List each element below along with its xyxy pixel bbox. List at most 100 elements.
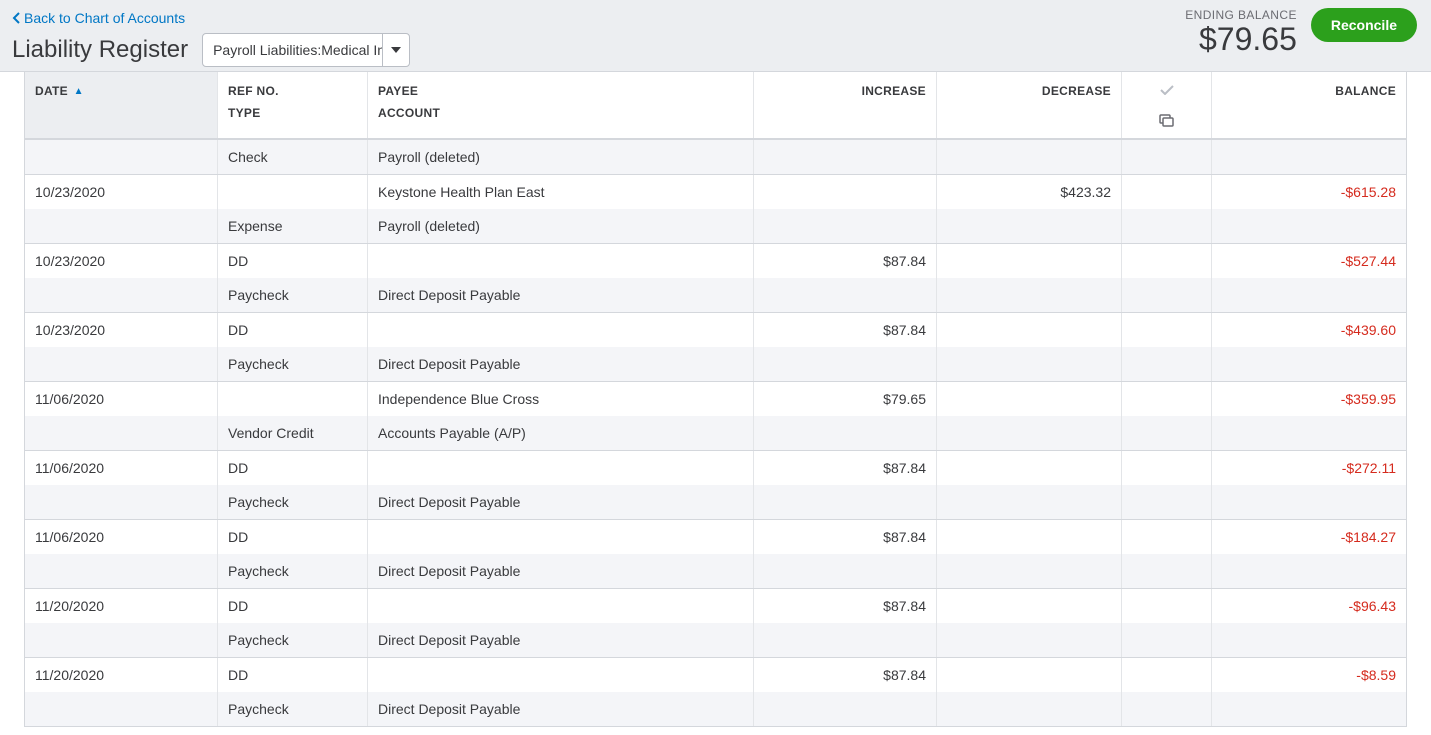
cell-balance: -$615.28 <box>1212 175 1406 209</box>
cell-account: Direct Deposit Payable <box>368 347 754 381</box>
cell-decrease: $423.32 <box>937 175 1122 209</box>
table-row[interactable]: 11/06/2020DD$87.84-$184.27PaycheckDirect… <box>25 520 1406 589</box>
cell-account: Direct Deposit Payable <box>368 692 754 726</box>
cell-reconciled-sub <box>1122 140 1212 174</box>
cell-decrease-sub <box>937 140 1122 174</box>
cell-type: Paycheck <box>218 692 368 726</box>
cell-date: 11/06/2020 <box>25 451 218 485</box>
column-header-date-label: DATE <box>35 84 68 98</box>
cell-date-sub <box>25 623 218 657</box>
column-header-increase-label: INCREASE <box>862 84 926 98</box>
checkmark-icon <box>1160 84 1174 98</box>
cell-balance-sub <box>1212 209 1406 243</box>
cell-reconciled <box>1122 589 1212 623</box>
cell-increase: $87.84 <box>754 451 937 485</box>
cell-decrease-sub <box>937 692 1122 726</box>
cell-reconciled <box>1122 658 1212 692</box>
chevron-left-icon <box>12 12 22 24</box>
cell-account: Accounts Payable (A/P) <box>368 416 754 450</box>
cell-date: 10/23/2020 <box>25 313 218 347</box>
cell-account: Payroll (deleted) <box>368 209 754 243</box>
cell-payee <box>368 244 754 278</box>
table-row[interactable]: 11/06/2020DD$87.84-$272.11PaycheckDirect… <box>25 451 1406 520</box>
cell-balance-sub <box>1212 278 1406 312</box>
cell-increase: $87.84 <box>754 658 937 692</box>
column-header-ref[interactable]: REF NO. TYPE <box>218 72 368 138</box>
cell-decrease-sub <box>937 347 1122 381</box>
reconcile-button[interactable]: Reconcile <box>1311 8 1417 42</box>
cell-account: Direct Deposit Payable <box>368 485 754 519</box>
cell-reconciled-sub <box>1122 278 1212 312</box>
cell-increase-sub <box>754 416 937 450</box>
table-row[interactable]: 11/20/2020DD$87.84-$8.59PaycheckDirect D… <box>25 658 1406 727</box>
cell-reconciled <box>1122 382 1212 416</box>
column-header-balance-label: BALANCE <box>1335 84 1396 98</box>
cell-date: 10/23/2020 <box>25 244 218 278</box>
column-header-reconciled[interactable] <box>1122 72 1212 138</box>
cell-decrease-sub <box>937 554 1122 588</box>
cell-increase-sub <box>754 278 937 312</box>
sort-asc-icon: ▲ <box>74 86 84 97</box>
cell-reconciled-sub <box>1122 623 1212 657</box>
cell-decrease <box>937 382 1122 416</box>
table-row[interactable]: 11/20/2020DD$87.84-$96.43PaycheckDirect … <box>25 589 1406 658</box>
cell-type: Paycheck <box>218 554 368 588</box>
cell-ref <box>218 175 368 209</box>
table-row[interactable]: 11/06/2020Independence Blue Cross$79.65-… <box>25 382 1406 451</box>
cell-decrease-sub <box>937 416 1122 450</box>
cell-date: 11/06/2020 <box>25 382 218 416</box>
column-header-ref-label: REF NO. <box>228 84 279 98</box>
cell-increase: $79.65 <box>754 382 937 416</box>
cell-reconciled-sub <box>1122 416 1212 450</box>
cell-reconciled-sub <box>1122 347 1212 381</box>
cell-decrease <box>937 520 1122 554</box>
cell-balance-sub <box>1212 485 1406 519</box>
cell-decrease <box>937 589 1122 623</box>
cell-ref: DD <box>218 313 368 347</box>
cell-payee <box>368 520 754 554</box>
cell-date-sub <box>25 278 218 312</box>
cell-reconciled <box>1122 451 1212 485</box>
table-row[interactable]: 10/23/2020DD$87.84-$439.60PaycheckDirect… <box>25 313 1406 382</box>
table-row[interactable]: 10/23/2020Keystone Health Plan East$423.… <box>25 175 1406 244</box>
column-header-decrease[interactable]: DECREASE <box>937 72 1122 138</box>
cell-ref: DD <box>218 589 368 623</box>
account-select-dropdown-button[interactable] <box>383 34 409 66</box>
cell-balance-sub <box>1212 347 1406 381</box>
cell-account: Payroll (deleted) <box>368 140 754 174</box>
cell-ref: DD <box>218 520 368 554</box>
cell-increase-sub <box>754 347 937 381</box>
cell-payee <box>368 589 754 623</box>
ending-balance-label: ENDING BALANCE <box>1185 8 1297 22</box>
cell-decrease <box>937 658 1122 692</box>
cell-ref: DD <box>218 451 368 485</box>
cell-balance: -$359.95 <box>1212 382 1406 416</box>
column-header-balance[interactable]: BALANCE <box>1212 72 1406 138</box>
cell-date: 11/06/2020 <box>25 520 218 554</box>
cell-increase <box>754 175 937 209</box>
table-row[interactable]: CheckPayroll (deleted) <box>25 140 1406 175</box>
back-to-coa-link[interactable]: Back to Chart of Accounts <box>12 10 185 26</box>
cell-increase-sub <box>754 623 937 657</box>
column-header-payee[interactable]: PAYEE ACCOUNT <box>368 72 754 138</box>
column-header-increase[interactable]: INCREASE <box>754 72 937 138</box>
cell-type: Paycheck <box>218 623 368 657</box>
account-select[interactable]: Payroll Liabilities:Medical In <box>202 33 410 67</box>
column-header-account-label: ACCOUNT <box>378 106 743 120</box>
column-header-payee-label: PAYEE <box>378 84 418 98</box>
column-header-date[interactable]: DATE ▲ <box>25 72 218 138</box>
cell-date-sub <box>25 347 218 381</box>
cell-decrease <box>937 313 1122 347</box>
cell-reconciled-sub <box>1122 554 1212 588</box>
cell-date-sub <box>25 485 218 519</box>
cell-balance: -$96.43 <box>1212 589 1406 623</box>
cell-reconciled <box>1122 244 1212 278</box>
cell-payee <box>368 313 754 347</box>
cell-decrease-sub <box>937 623 1122 657</box>
table-row[interactable]: 10/23/2020DD$87.84-$527.44PaycheckDirect… <box>25 244 1406 313</box>
cell-reconciled-sub <box>1122 485 1212 519</box>
cell-increase-sub <box>754 692 937 726</box>
cell-increase-sub <box>754 209 937 243</box>
cell-decrease <box>937 451 1122 485</box>
cell-reconciled <box>1122 313 1212 347</box>
